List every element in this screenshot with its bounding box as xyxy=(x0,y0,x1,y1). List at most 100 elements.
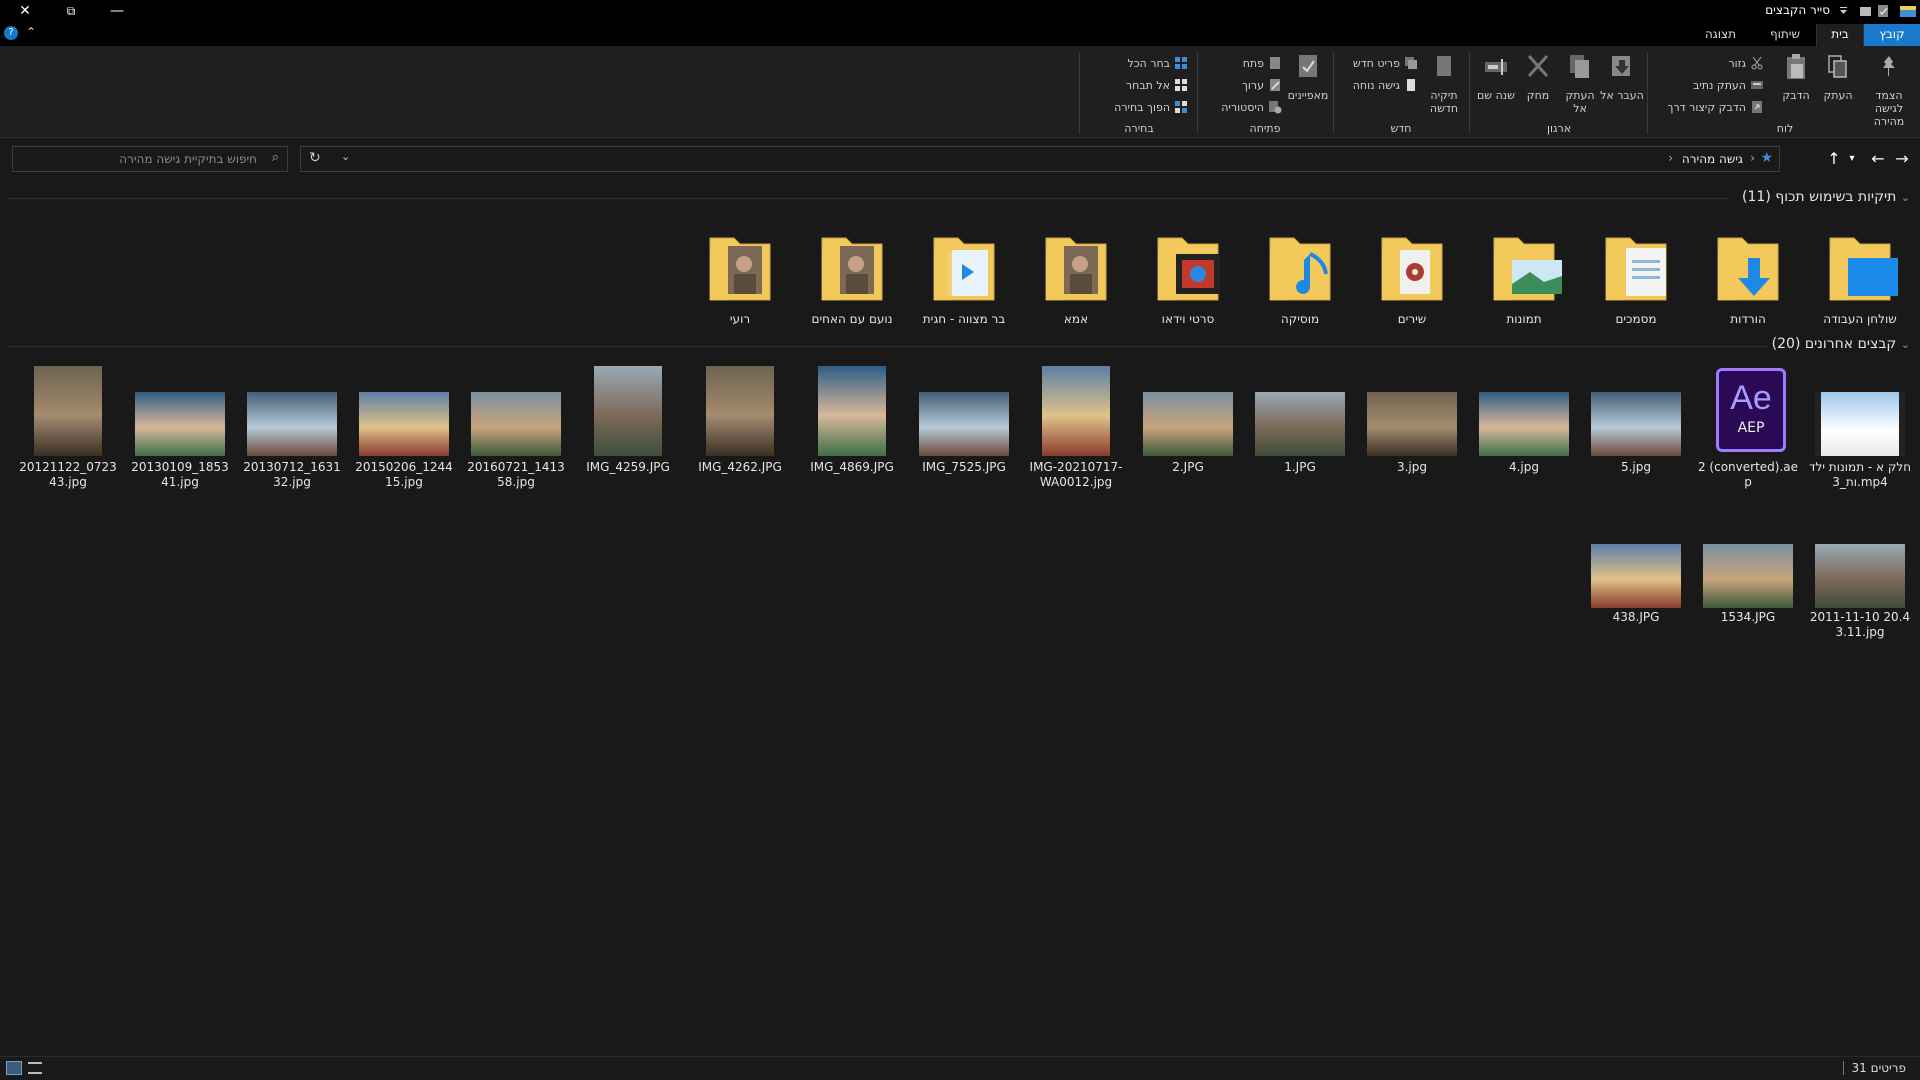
folder-thumb xyxy=(912,220,1016,310)
folder-tile[interactable]: בר מצווה - חגית xyxy=(912,220,1016,327)
photo-thumbnail xyxy=(359,392,449,456)
breadcrumb-quick-access[interactable]: גישה מהירה xyxy=(1682,152,1743,166)
chevron-down-icon: ▾ xyxy=(1849,152,1855,164)
address-dropdown-icon[interactable]: ⌄ xyxy=(341,150,350,163)
help-button[interactable]: ? xyxy=(4,26,18,40)
invert-selection-button[interactable]: הפוך בחירה xyxy=(1114,98,1188,116)
tab-view[interactable]: תצוגה xyxy=(1693,24,1748,46)
history-button[interactable]: היסטוריה xyxy=(1221,98,1282,116)
recent-locations-button[interactable]: ▾ xyxy=(1842,148,1862,168)
move-to-button[interactable]: העבר אל xyxy=(1600,52,1644,102)
file-thumb xyxy=(1024,362,1128,458)
easy-access-button[interactable]: גישה נוחה xyxy=(1353,76,1418,94)
up-button[interactable]: ↑ xyxy=(1824,148,1844,168)
file-tile[interactable]: 2.JPG xyxy=(1136,362,1240,475)
help-icon: ? xyxy=(8,27,14,38)
file-tile[interactable]: IMG_4869.JPG xyxy=(800,362,904,475)
folder-label: שולחן העבודה xyxy=(1823,312,1897,326)
folder-tile[interactable]: מסמכים xyxy=(1584,220,1688,327)
file-tile[interactable]: 438.JPG xyxy=(1584,514,1688,625)
scissors-icon xyxy=(1751,56,1763,70)
new-folder-quick-icon[interactable] xyxy=(1859,4,1872,18)
rename-button[interactable]: שנה שם xyxy=(1474,52,1518,102)
file-tile[interactable]: 20130712_163132.jpg xyxy=(240,362,344,490)
copy-to-button[interactable]: העתק אל xyxy=(1558,52,1602,115)
pin-quick-access-button[interactable]: הצמד לגישה מהירה xyxy=(1862,52,1916,128)
tab-file[interactable]: קובץ xyxy=(1864,24,1920,46)
edit-button[interactable]: ערוך xyxy=(1242,76,1282,94)
file-tile[interactable]: 3.jpg xyxy=(1360,362,1464,475)
copy-icon xyxy=(1828,55,1847,78)
folder-tile[interactable]: אמא xyxy=(1024,220,1128,327)
file-label: IMG_4869.JPG xyxy=(810,460,894,474)
restore-button[interactable]: ⧉ xyxy=(48,0,94,22)
delete-button[interactable]: מחק xyxy=(1516,52,1560,102)
new-item-button[interactable]: פריט חדש xyxy=(1353,54,1418,72)
details-view-button[interactable] xyxy=(6,1061,22,1075)
file-thumb xyxy=(1136,362,1240,458)
file-thumb xyxy=(128,362,232,458)
photo-thumbnail xyxy=(706,366,774,456)
file-tile[interactable]: IMG_7525.JPG xyxy=(912,362,1016,475)
close-button[interactable]: ✕ xyxy=(2,0,48,22)
cut-button[interactable]: גזור xyxy=(1728,54,1764,72)
refresh-icon[interactable]: ↻ xyxy=(309,150,321,166)
select-all-icon xyxy=(1175,57,1187,69)
copy-button[interactable]: העתק xyxy=(1816,52,1860,102)
group-label-organize: ארגון xyxy=(1546,122,1572,135)
file-tile[interactable]: 5.jpg xyxy=(1584,362,1688,475)
select-none-button[interactable]: אל תבחר xyxy=(1126,76,1188,94)
file-tile[interactable]: Ae AEP 2 (converted).aep xyxy=(1696,362,1800,490)
large-icons-view-button[interactable] xyxy=(28,1062,42,1074)
folder-tile[interactable]: רועי xyxy=(688,220,792,327)
copy-path-button[interactable]: העתק נתיב xyxy=(1693,76,1764,94)
ribbon-separator xyxy=(1333,52,1334,134)
paste-shortcut-button[interactable]: הדבק קיצור דרך xyxy=(1668,98,1764,116)
folder-thumb xyxy=(1360,220,1464,310)
file-tile[interactable]: IMG-20210717-WA0012.jpg xyxy=(1024,362,1128,490)
section-header-recent[interactable]: ⌄ קבצים אחרונים (20) xyxy=(1772,336,1910,356)
properties-button[interactable]: מאפיינים xyxy=(1286,52,1330,102)
open-button[interactable]: פתח xyxy=(1243,54,1282,72)
paste-button[interactable]: הדבק xyxy=(1774,52,1818,102)
minimize-button[interactable]: — xyxy=(94,0,140,22)
quick-access-dropdown-icon[interactable] xyxy=(1837,4,1850,18)
forward-button[interactable]: ← xyxy=(1868,148,1888,168)
search-input[interactable]: ⌕ חיפוש בתיקיית גישה מהירה xyxy=(12,146,288,172)
file-tile[interactable]: חלק א - תמונות ילדות_3.mp4 xyxy=(1808,362,1912,490)
address-bar[interactable]: ★ › גישה מהירה › ⌄ ↻ xyxy=(300,146,1780,172)
tab-share[interactable]: שיתוף xyxy=(1758,24,1812,46)
file-tile[interactable]: 20130109_185341.jpg xyxy=(128,362,232,490)
folder-tile[interactable]: נועם עם האחים xyxy=(800,220,904,327)
file-tile[interactable]: IMG_4262.JPG xyxy=(688,362,792,475)
folder-tile[interactable]: מוסיקה xyxy=(1248,220,1352,327)
file-tile[interactable]: 20160721_141358.jpg xyxy=(464,362,568,490)
folder-tile[interactable]: שולחן העבודה xyxy=(1808,220,1912,327)
properties-quick-icon[interactable] xyxy=(1877,4,1890,18)
tab-home[interactable]: בית xyxy=(1816,24,1864,46)
file-tile[interactable]: 1534.JPG xyxy=(1696,514,1800,625)
file-tile[interactable]: 4.jpg xyxy=(1472,362,1576,475)
file-label: 20130712_163132.jpg xyxy=(243,460,341,489)
back-button[interactable]: → xyxy=(1892,148,1912,168)
collapse-ribbon-button[interactable]: ⌃ xyxy=(26,25,36,39)
star-icon: ★ xyxy=(1760,150,1773,166)
file-tile[interactable]: 2011-11-10 20.43.11.jpg xyxy=(1808,514,1912,640)
section-header-frequent[interactable]: ⌄ תיקיות בשימוש תכוף (11) xyxy=(1742,189,1910,209)
file-tile[interactable]: 20121122_072343.jpg xyxy=(16,362,120,490)
address-row: → ← ▾ ↑ ★ › גישה מהירה › ⌄ ↻ ⌕ חיפוש בתי… xyxy=(0,144,1920,174)
videos-folder-icon xyxy=(1157,237,1220,301)
file-tile[interactable]: 1.JPG xyxy=(1248,362,1352,475)
file-tile[interactable]: 20150206_124415.jpg xyxy=(352,362,456,490)
folder-tile[interactable]: הורדות xyxy=(1696,220,1800,327)
status-separator xyxy=(1843,1061,1844,1075)
folder-tile[interactable]: שירים xyxy=(1360,220,1464,327)
file-tile[interactable]: IMG_4259.JPG xyxy=(576,362,680,475)
file-thumb xyxy=(1696,514,1800,608)
select-all-button[interactable]: בחר הכל xyxy=(1127,54,1188,72)
folder-tile[interactable]: סרטי וידאו xyxy=(1136,220,1240,327)
select-none-icon xyxy=(1175,79,1187,91)
folder-tile[interactable]: תמונות xyxy=(1472,220,1576,327)
file-thumb xyxy=(1808,362,1912,458)
new-folder-button[interactable]: תיקיה חדשה xyxy=(1422,52,1466,115)
